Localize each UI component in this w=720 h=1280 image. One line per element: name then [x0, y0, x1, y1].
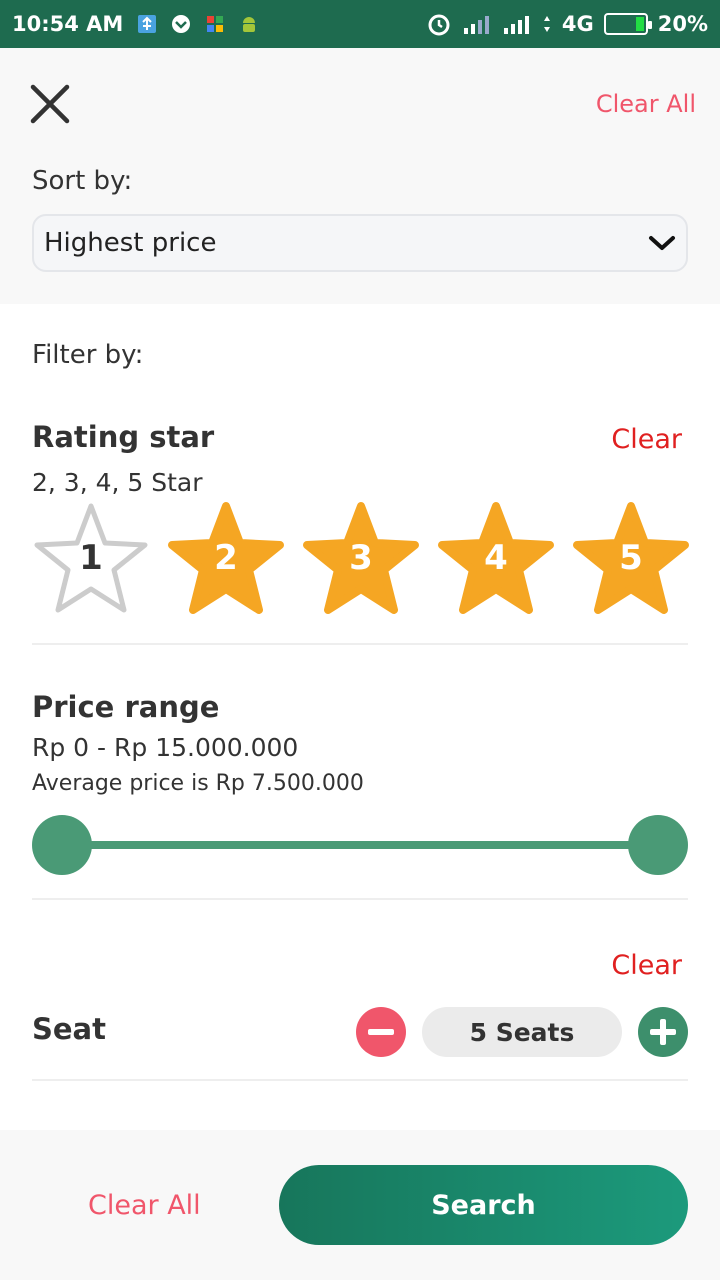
star-4-button[interactable]: 4	[435, 500, 557, 622]
divider	[32, 643, 688, 645]
shield-app-icon	[171, 14, 191, 34]
rating-title: Rating star	[32, 420, 215, 454]
star-label: 2	[214, 538, 238, 578]
close-button[interactable]	[28, 82, 72, 126]
clear-all-top-button[interactable]: Clear All	[596, 90, 696, 118]
network-type: 4G	[561, 12, 594, 36]
star-label: 5	[619, 538, 643, 578]
search-button[interactable]: Search	[279, 1165, 688, 1245]
rating-summary: 2, 3, 4, 5 Star	[32, 468, 203, 497]
clear-all-bottom-button[interactable]: Clear All	[88, 1190, 201, 1221]
star-2-button[interactable]: 2	[165, 500, 287, 622]
price-range-text: Rp 0 - Rp 15.000.000	[32, 733, 299, 762]
signal-icon	[462, 14, 492, 34]
filter-by-label: Filter by:	[32, 340, 144, 370]
rating-clear-button[interactable]: Clear	[611, 424, 682, 455]
signal-icon-2	[502, 14, 532, 34]
sort-select[interactable]: Highest price	[32, 214, 688, 272]
star-label: 3	[349, 538, 373, 578]
status-bar: 10:54 AM 4G 20%	[0, 0, 720, 48]
battery-icon	[603, 13, 652, 35]
price-slider-min-handle[interactable]	[32, 815, 92, 875]
price-slider-track	[62, 841, 658, 849]
seat-value: 5 Seats	[422, 1007, 622, 1057]
bottom-action-bar: Clear All Search	[0, 1130, 720, 1280]
star-3-button[interactable]: 3	[300, 500, 422, 622]
battery-level: 20%	[657, 12, 708, 36]
sort-by-label: Sort by:	[32, 166, 133, 196]
price-title: Price range	[32, 690, 220, 724]
price-slider	[32, 815, 688, 875]
divider	[32, 1079, 688, 1081]
minus-icon	[368, 1029, 394, 1035]
sort-panel: Clear All Sort by: Highest price	[0, 48, 720, 304]
divider	[32, 898, 688, 900]
seat-stepper: 5 Seats	[356, 1006, 688, 1058]
close-icon	[30, 84, 70, 124]
sort-selected-value: Highest price	[44, 228, 217, 258]
star-1-button[interactable]: 1	[30, 500, 152, 622]
usb-icon	[137, 14, 157, 34]
chevron-down-icon	[649, 236, 675, 250]
android-icon	[239, 14, 259, 34]
seat-title: Seat	[32, 1012, 106, 1046]
seat-increment-button[interactable]	[638, 1007, 688, 1057]
data-arrows-icon	[542, 14, 552, 34]
star-5-button[interactable]: 5	[570, 500, 692, 622]
status-time: 10:54 AM	[12, 12, 124, 36]
star-label: 4	[484, 538, 508, 578]
rating-star-row: 1 2 3 4 5	[30, 500, 692, 624]
average-price-text: Average price is Rp 7.500.000	[32, 771, 364, 796]
star-label: 1	[79, 538, 103, 578]
price-slider-max-handle[interactable]	[628, 815, 688, 875]
seat-clear-button[interactable]: Clear	[611, 950, 682, 981]
seat-decrement-button[interactable]	[356, 1007, 406, 1057]
alarm-icon	[426, 11, 452, 37]
play-store-icon	[205, 14, 225, 34]
